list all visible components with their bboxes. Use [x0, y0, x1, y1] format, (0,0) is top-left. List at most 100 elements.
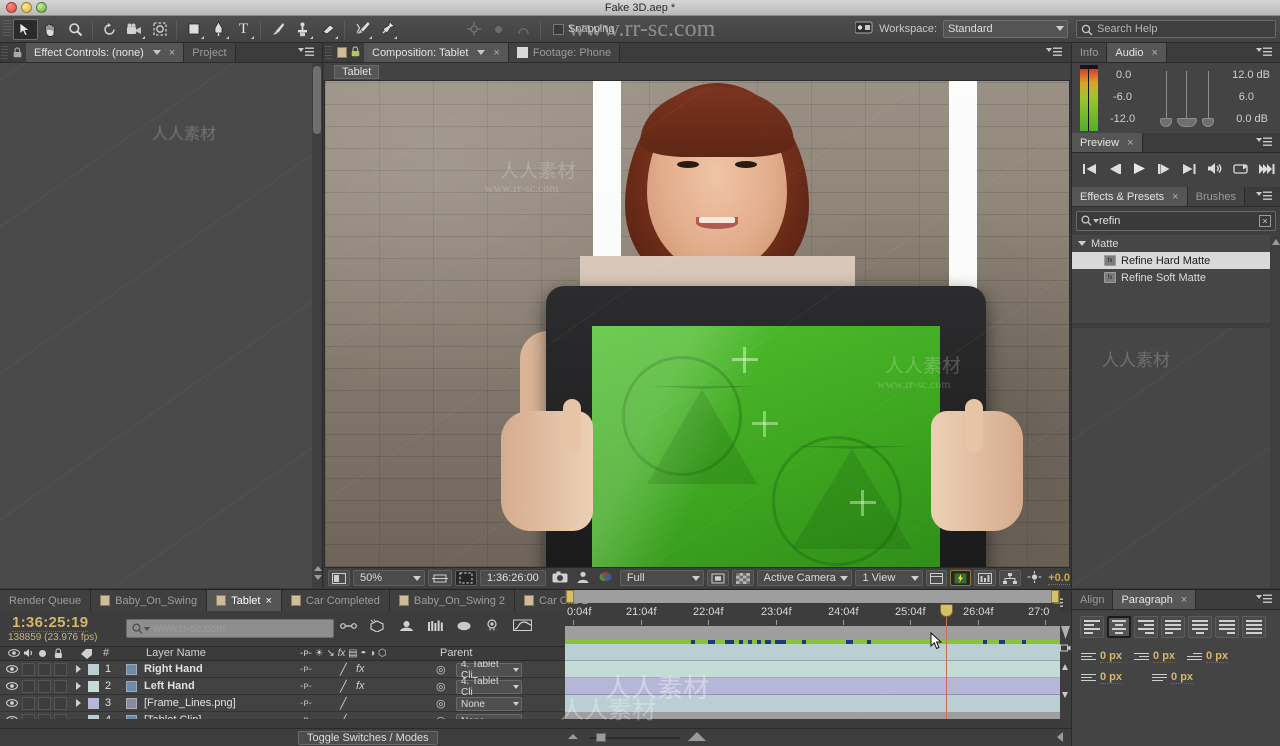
scrollbar-thumb[interactable] [313, 66, 321, 134]
motion-blur-icon[interactable] [456, 620, 472, 635]
layer-quality-switch[interactable]: ╱ [340, 695, 347, 712]
audio-panel-menu-button[interactable] [1256, 47, 1272, 58]
space-before-field[interactable]: 0 px [1081, 671, 1123, 684]
table-row[interactable]: 4 [Tablet Clip] -ᴘ- ╱ ◎ None [0, 712, 565, 719]
comp-breadcrumb-tablet[interactable]: Tablet [334, 64, 380, 79]
tab-info[interactable]: Info [1072, 43, 1108, 62]
snapping-checkbox[interactable] [553, 23, 564, 35]
layer-shy-switch[interactable]: -ᴘ- [300, 695, 312, 712]
video-visibility-toggle[interactable] [6, 661, 18, 678]
track-bar-frame-lines[interactable] [565, 678, 1060, 695]
layer-label-color[interactable] [88, 664, 99, 675]
mask-feather-icon[interactable] [486, 19, 511, 40]
audio-toggle[interactable] [22, 663, 35, 676]
lock-icon[interactable] [9, 43, 26, 62]
lock-toggle[interactable] [54, 663, 67, 676]
brainstorm-icon[interactable] [484, 619, 501, 635]
video-visibility-toggle[interactable] [6, 712, 18, 719]
tab-footage-phone[interactable]: Footage: Phone [508, 43, 621, 62]
show-snapshot-icon[interactable] [574, 571, 592, 586]
effect-refine-soft-matte[interactable]: fx Refine Soft Matte [1072, 269, 1280, 286]
layer-effects-switch[interactable]: fx [356, 678, 365, 695]
panel-menu-button[interactable] [298, 47, 314, 58]
work-area-bar[interactable] [565, 590, 1060, 603]
lock-toggle[interactable] [54, 680, 67, 693]
close-icon[interactable]: × [493, 47, 499, 59]
layer-quality-switch[interactable]: ╱ [340, 661, 347, 678]
region-of-interest-button[interactable] [706, 570, 729, 586]
tab-project[interactable]: Project [184, 43, 236, 62]
layer-quality-switch[interactable]: ╱ [340, 712, 347, 720]
pixel-aspect-correction-button[interactable] [926, 570, 948, 586]
playhead-line[interactable] [946, 604, 947, 719]
camera-track-icon[interactable] [1060, 642, 1071, 656]
layer-name[interactable]: Left Hand [144, 678, 195, 695]
audio-toggle-icon[interactable] [1207, 162, 1223, 178]
anchor-point-icon[interactable] [461, 19, 486, 40]
space-after-field[interactable]: 0 px [1152, 671, 1194, 684]
eraser-tool[interactable] [315, 19, 340, 40]
parent-pickwhip[interactable]: ◎ [436, 678, 446, 695]
snapping-toggle[interactable]: Snapping [553, 23, 615, 35]
comp-marker-bin[interactable] [1061, 626, 1070, 639]
clear-search-icon[interactable]: × [1259, 215, 1271, 227]
close-icon[interactable]: × [1181, 594, 1187, 606]
close-icon[interactable]: × [169, 47, 175, 59]
viewer-timecode[interactable]: 1:36:26:00 [479, 570, 546, 586]
next-frame-icon[interactable] [1157, 163, 1172, 178]
comp-panel-menu-button[interactable] [1046, 47, 1062, 58]
close-icon[interactable]: × [1152, 47, 1158, 59]
toggle-mask-paths-button[interactable] [454, 570, 477, 586]
tab-render-queue[interactable]: Render Queue [0, 590, 92, 611]
parent-select[interactable]: 4. Tablet Cli [456, 676, 522, 698]
comp-panel-grip[interactable] [325, 46, 332, 59]
timeline-track-region[interactable]: 人人素材 [565, 626, 1060, 719]
layer-quality-switch[interactable]: ╱ [340, 678, 347, 695]
effects-panel-scrollbar[interactable] [1270, 328, 1280, 588]
parent-select[interactable]: None [456, 714, 522, 719]
clone-stamp-tool[interactable] [290, 19, 315, 40]
parent-pickwhip[interactable]: ◎ [436, 661, 446, 678]
search-help-input[interactable]: Search Help [1076, 20, 1276, 38]
timeline-search-input[interactable]: www.rr-sc.com [126, 619, 334, 638]
audio-slider-right-knob[interactable] [1202, 118, 1214, 127]
justify-last-right-button[interactable] [1215, 616, 1239, 638]
camera-view-select[interactable]: Active Camera [756, 570, 853, 586]
zoom-out-icon[interactable] [568, 734, 578, 739]
hide-shy-layers-icon[interactable] [398, 620, 415, 635]
time-ruler[interactable]: 0:04f 21:04f 22:04f 23:04f 24:04f 25:04f… [565, 604, 1060, 626]
effect-refine-hard-matte[interactable]: fx Refine Hard Matte [1072, 252, 1280, 269]
parent-select[interactable]: 4. Tablet Cli [456, 661, 522, 681]
hand-tool[interactable] [38, 19, 63, 40]
chevron-down-icon[interactable] [152, 50, 161, 55]
ram-preview-icon[interactable] [1258, 163, 1275, 178]
pan-behind-tool[interactable] [147, 19, 172, 40]
magnification-select[interactable]: 50% [352, 570, 425, 586]
zoom-in-icon[interactable] [688, 732, 706, 741]
scroll-up-arrow[interactable] [1272, 239, 1280, 245]
video-visibility-toggle[interactable] [6, 695, 18, 712]
track-bar-tablet-clip[interactable] [565, 695, 1060, 712]
solo-toggle[interactable] [38, 680, 51, 693]
tab-brushes[interactable]: Brushes [1187, 187, 1245, 206]
selection-tool[interactable] [13, 18, 38, 40]
effects-search-input[interactable]: refin × [1076, 211, 1276, 231]
lock-toggle[interactable] [54, 697, 67, 710]
timeline-vertical-scrollbar[interactable] [1060, 626, 1071, 719]
indent-first-line-field[interactable]: 0 px [1187, 650, 1229, 663]
resolution-select[interactable]: Full [619, 570, 704, 586]
shape-tool[interactable] [181, 19, 206, 40]
mask-shape-icon[interactable] [511, 19, 536, 40]
audio-slider-left-knob[interactable] [1160, 118, 1172, 127]
effects-list-scrollbar[interactable] [1270, 235, 1280, 323]
panel-grip[interactable] [1, 46, 8, 59]
toggle-transparency-grid-button[interactable] [731, 570, 754, 586]
audio-slider-right-track[interactable] [1208, 71, 1209, 123]
layer-name[interactable]: Right Hand [144, 661, 203, 678]
expand-triangle[interactable] [76, 678, 81, 695]
tab-composition-tablet[interactable]: Composition: Tablet × [364, 43, 509, 62]
loop-icon[interactable] [1233, 163, 1248, 178]
close-icon[interactable]: × [265, 595, 271, 607]
align-center-button[interactable] [1107, 616, 1131, 638]
tab-effect-controls[interactable]: Effect Controls: (none) × [26, 43, 185, 62]
